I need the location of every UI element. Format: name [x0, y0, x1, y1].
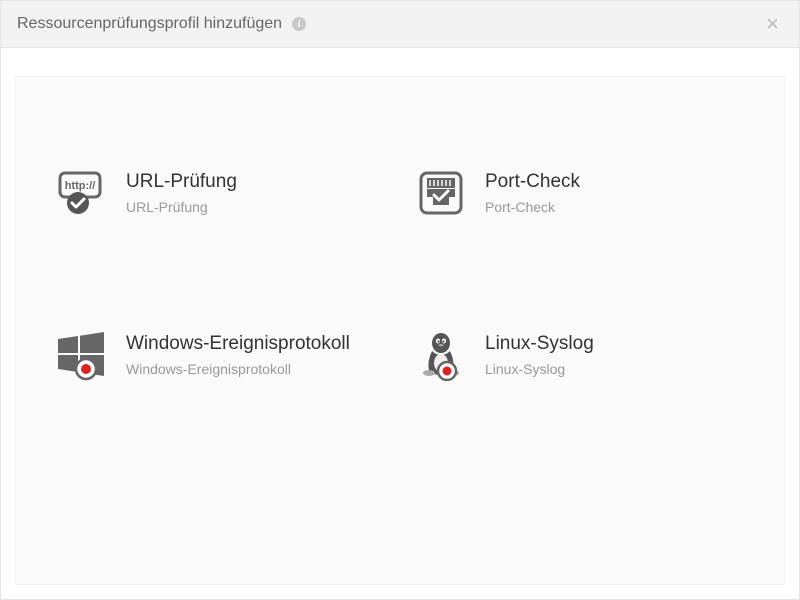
tile-subtitle: URL-Prüfung — [126, 199, 237, 215]
tile-title: Linux-Syslog — [485, 333, 594, 355]
tile-linux-syslog[interactable]: Linux-Syslog Linux-Syslog — [415, 329, 744, 381]
tile-windows-eventlog[interactable]: Windows-Ereignisprotokoll Windows-Ereign… — [56, 329, 385, 381]
modal-body: http:// URL-Prüfung URL-Prüfung — [1, 48, 799, 599]
add-resource-check-profile-modal: Ressourcenprüfungsprofil hinzufügen i × … — [0, 0, 800, 600]
tile-url-check[interactable]: http:// URL-Prüfung URL-Prüfung — [56, 167, 385, 219]
info-icon[interactable]: i — [292, 17, 306, 31]
tile-subtitle: Linux-Syslog — [485, 361, 594, 377]
tile-text: Port-Check Port-Check — [485, 171, 580, 215]
tile-text: URL-Prüfung URL-Prüfung — [126, 171, 237, 215]
close-icon: × — [766, 11, 779, 36]
tile-text: Windows-Ereignisprotokoll Windows-Ereign… — [126, 333, 350, 377]
svg-text:http://: http:// — [65, 180, 96, 192]
tile-title: URL-Prüfung — [126, 171, 237, 193]
linux-syslog-icon — [415, 329, 467, 381]
tile-subtitle: Windows-Ereignisprotokoll — [126, 361, 350, 377]
options-grid: http:// URL-Prüfung URL-Prüfung — [56, 167, 744, 381]
tile-text: Linux-Syslog Linux-Syslog — [485, 333, 594, 377]
close-button[interactable]: × — [762, 13, 783, 35]
tile-port-check[interactable]: Port-Check Port-Check — [415, 167, 744, 219]
tile-subtitle: Port-Check — [485, 199, 580, 215]
modal-title: Ressourcenprüfungsprofil hinzufügen — [17, 15, 282, 33]
modal-header: Ressourcenprüfungsprofil hinzufügen i × — [1, 1, 799, 48]
options-panel: http:// URL-Prüfung URL-Prüfung — [15, 76, 785, 585]
port-check-icon — [415, 167, 467, 219]
tile-title: Port-Check — [485, 171, 580, 193]
url-check-icon: http:// — [56, 167, 108, 219]
tile-title: Windows-Ereignisprotokoll — [126, 333, 350, 355]
windows-eventlog-icon — [56, 329, 108, 381]
header-left: Ressourcenprüfungsprofil hinzufügen i — [17, 15, 306, 33]
